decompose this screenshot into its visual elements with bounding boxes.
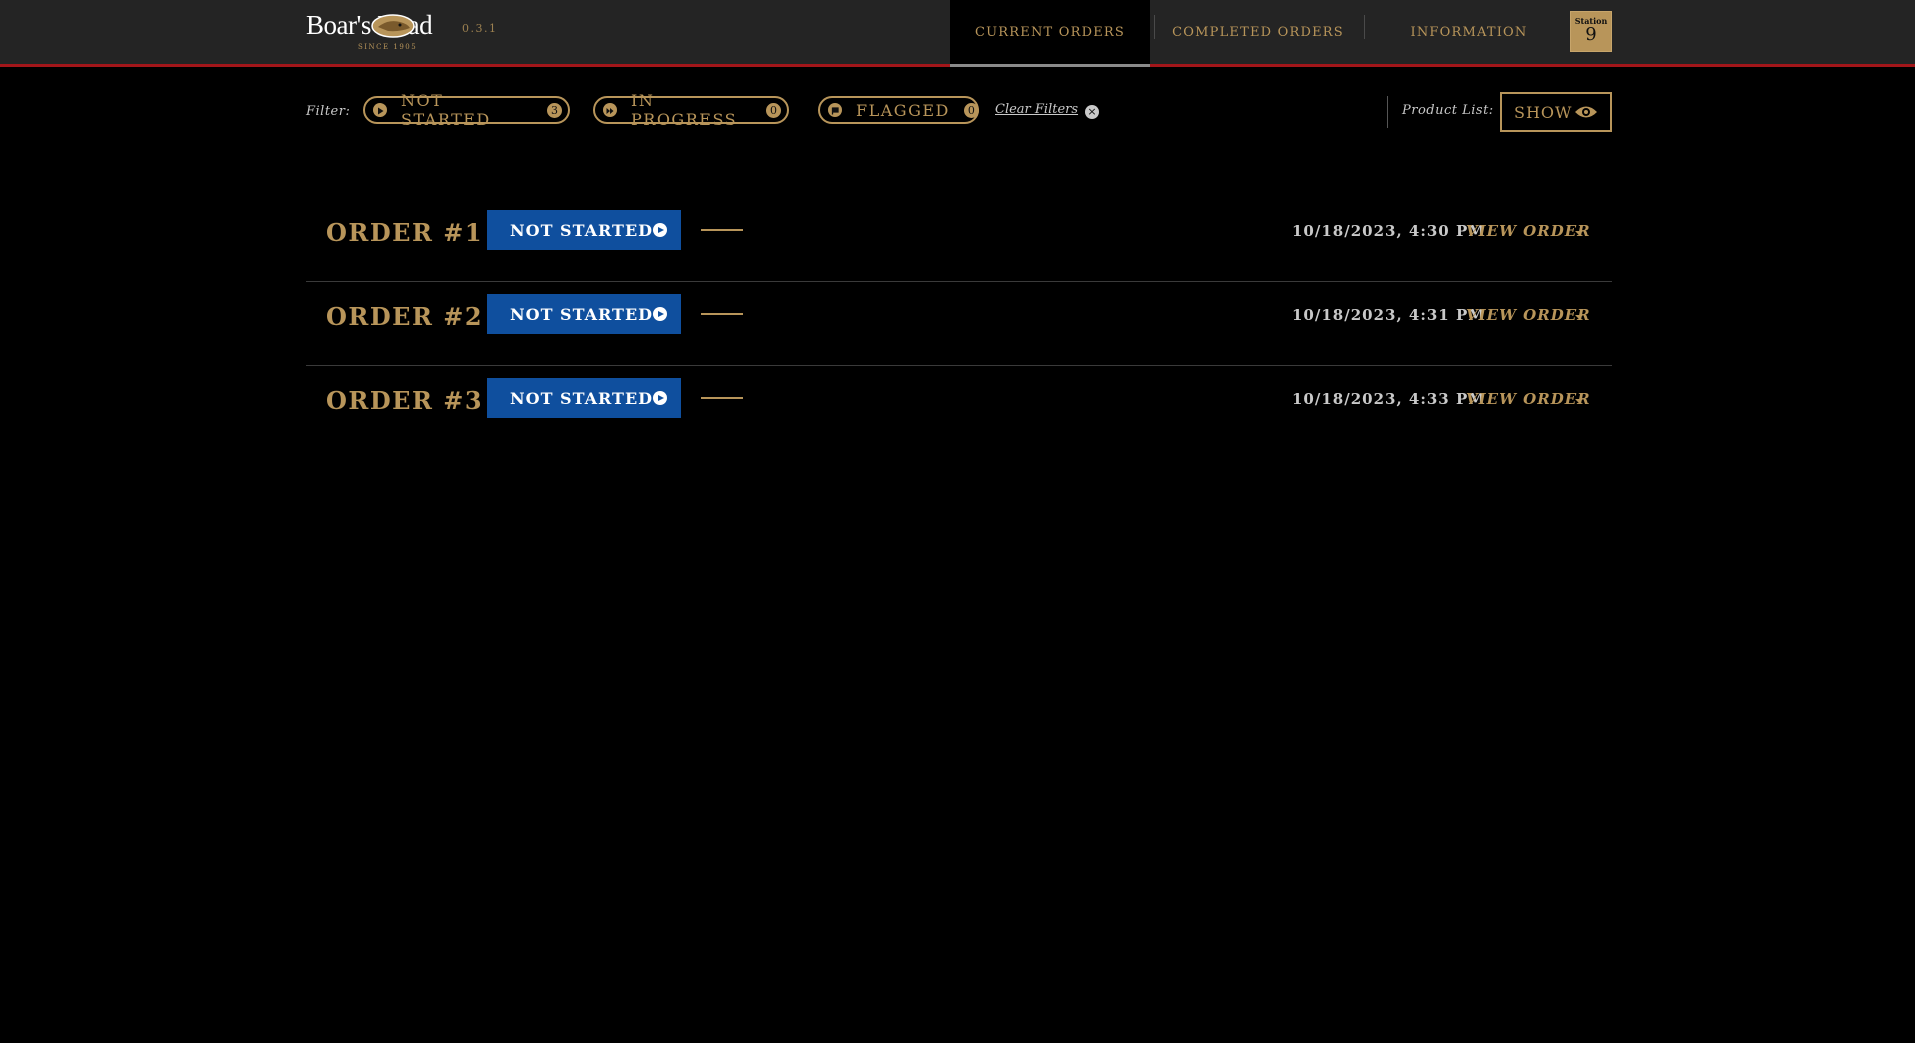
station-badge[interactable]: Station 9: [1570, 11, 1612, 52]
play-circle-icon: [653, 391, 667, 405]
nav-divider: [1364, 15, 1365, 39]
top-bar: Boar's Head SINCE 1905 0.3.1 CURRENT ORD…: [0, 0, 1915, 67]
filter-flagged-count: 0: [963, 102, 979, 118]
fast-forward-circle-icon: [603, 103, 617, 117]
caret-down-icon[interactable]: [1575, 315, 1583, 319]
order-status-label: NOT STARTED: [510, 388, 654, 408]
view-order-link[interactable]: VIEW ORDER: [1466, 222, 1591, 240]
order-row: ORDER #2 NOT STARTED 10/18/2023, 4:31 PM…: [306, 282, 1612, 366]
filter-not-started[interactable]: NOT STARTED 3: [363, 91, 570, 129]
order-row: ORDER #3 NOT STARTED 10/18/2023, 4:33 PM…: [306, 366, 1612, 449]
order-status-button[interactable]: NOT STARTED: [487, 294, 681, 334]
show-product-list-button[interactable]: SHOW: [1500, 92, 1612, 132]
filter-flagged[interactable]: FLAGGED 0: [818, 96, 979, 124]
logo-since-text: SINCE 1905: [358, 43, 418, 51]
tab-current-orders[interactable]: CURRENT ORDERS: [950, 0, 1150, 67]
close-circle-icon[interactable]: ×: [1085, 105, 1099, 119]
station-number: 9: [1585, 24, 1597, 45]
order-title: ORDER #3: [326, 386, 484, 415]
order-status-label: NOT STARTED: [510, 304, 654, 324]
order-row: ORDER #1 NOT STARTED 10/18/2023, 4:30 PM…: [306, 198, 1612, 282]
boars-head-logo[interactable]: Boar's Head SINCE 1905 0.3.1: [306, 8, 506, 54]
view-order-link[interactable]: VIEW ORDER: [1466, 306, 1591, 324]
play-circle-icon: [653, 307, 667, 321]
order-status-label: NOT STARTED: [510, 220, 654, 240]
play-circle-icon: [653, 223, 667, 237]
app-version: 0.3.1: [462, 22, 498, 35]
filter-in-progress[interactable]: IN PROGRESS 0: [593, 91, 789, 129]
nav-divider: [1154, 15, 1155, 39]
filter-in-progress-count: 0: [766, 102, 781, 118]
view-order-link[interactable]: VIEW ORDER: [1466, 390, 1591, 408]
order-timestamp: 10/18/2023, 4:30 PM: [1292, 222, 1486, 240]
caret-down-icon[interactable]: [1575, 231, 1583, 235]
eye-icon: [1575, 106, 1597, 118]
tab-information[interactable]: INFORMATION: [1368, 0, 1570, 64]
filter-not-started-count: 3: [547, 102, 562, 118]
boar-head-icon: [371, 14, 415, 38]
order-timestamp: 10/18/2023, 4:33 PM: [1292, 390, 1486, 408]
filter-label: Filter:: [306, 104, 351, 119]
caret-down-icon[interactable]: [1575, 399, 1583, 403]
filter-not-started-label: NOT STARTED: [401, 91, 491, 129]
order-title: ORDER #2: [326, 302, 484, 331]
order-timestamp: 10/18/2023, 4:31 PM: [1292, 306, 1486, 324]
progress-dash: [701, 229, 743, 231]
tab-completed-orders[interactable]: COMPLETED ORDERS: [1158, 0, 1358, 64]
filter-in-progress-label: IN PROGRESS: [631, 91, 738, 129]
flag-circle-icon: [828, 103, 842, 117]
tab-current-orders-label: CURRENT ORDERS: [975, 24, 1125, 40]
progress-dash: [701, 397, 743, 399]
orders-list: ORDER #1 NOT STARTED 10/18/2023, 4:30 PM…: [306, 198, 1612, 449]
order-status-button[interactable]: NOT STARTED: [487, 210, 681, 250]
tab-completed-orders-label: COMPLETED ORDERS: [1172, 24, 1344, 40]
tab-information-label: INFORMATION: [1410, 24, 1528, 40]
play-circle-icon: [373, 103, 387, 117]
product-list-label: Product List:: [1402, 103, 1494, 118]
clear-filters-link[interactable]: Clear Filters: [995, 102, 1078, 117]
show-button-label: SHOW: [1514, 102, 1573, 122]
order-status-button[interactable]: NOT STARTED: [487, 378, 681, 418]
filter-flagged-label: FLAGGED: [856, 100, 950, 120]
filter-bar: Filter: NOT STARTED 3 IN PROGRESS 0 FLAG…: [306, 91, 1612, 132]
progress-dash: [701, 313, 743, 315]
order-title: ORDER #1: [326, 218, 484, 247]
product-list-divider: [1387, 96, 1388, 128]
